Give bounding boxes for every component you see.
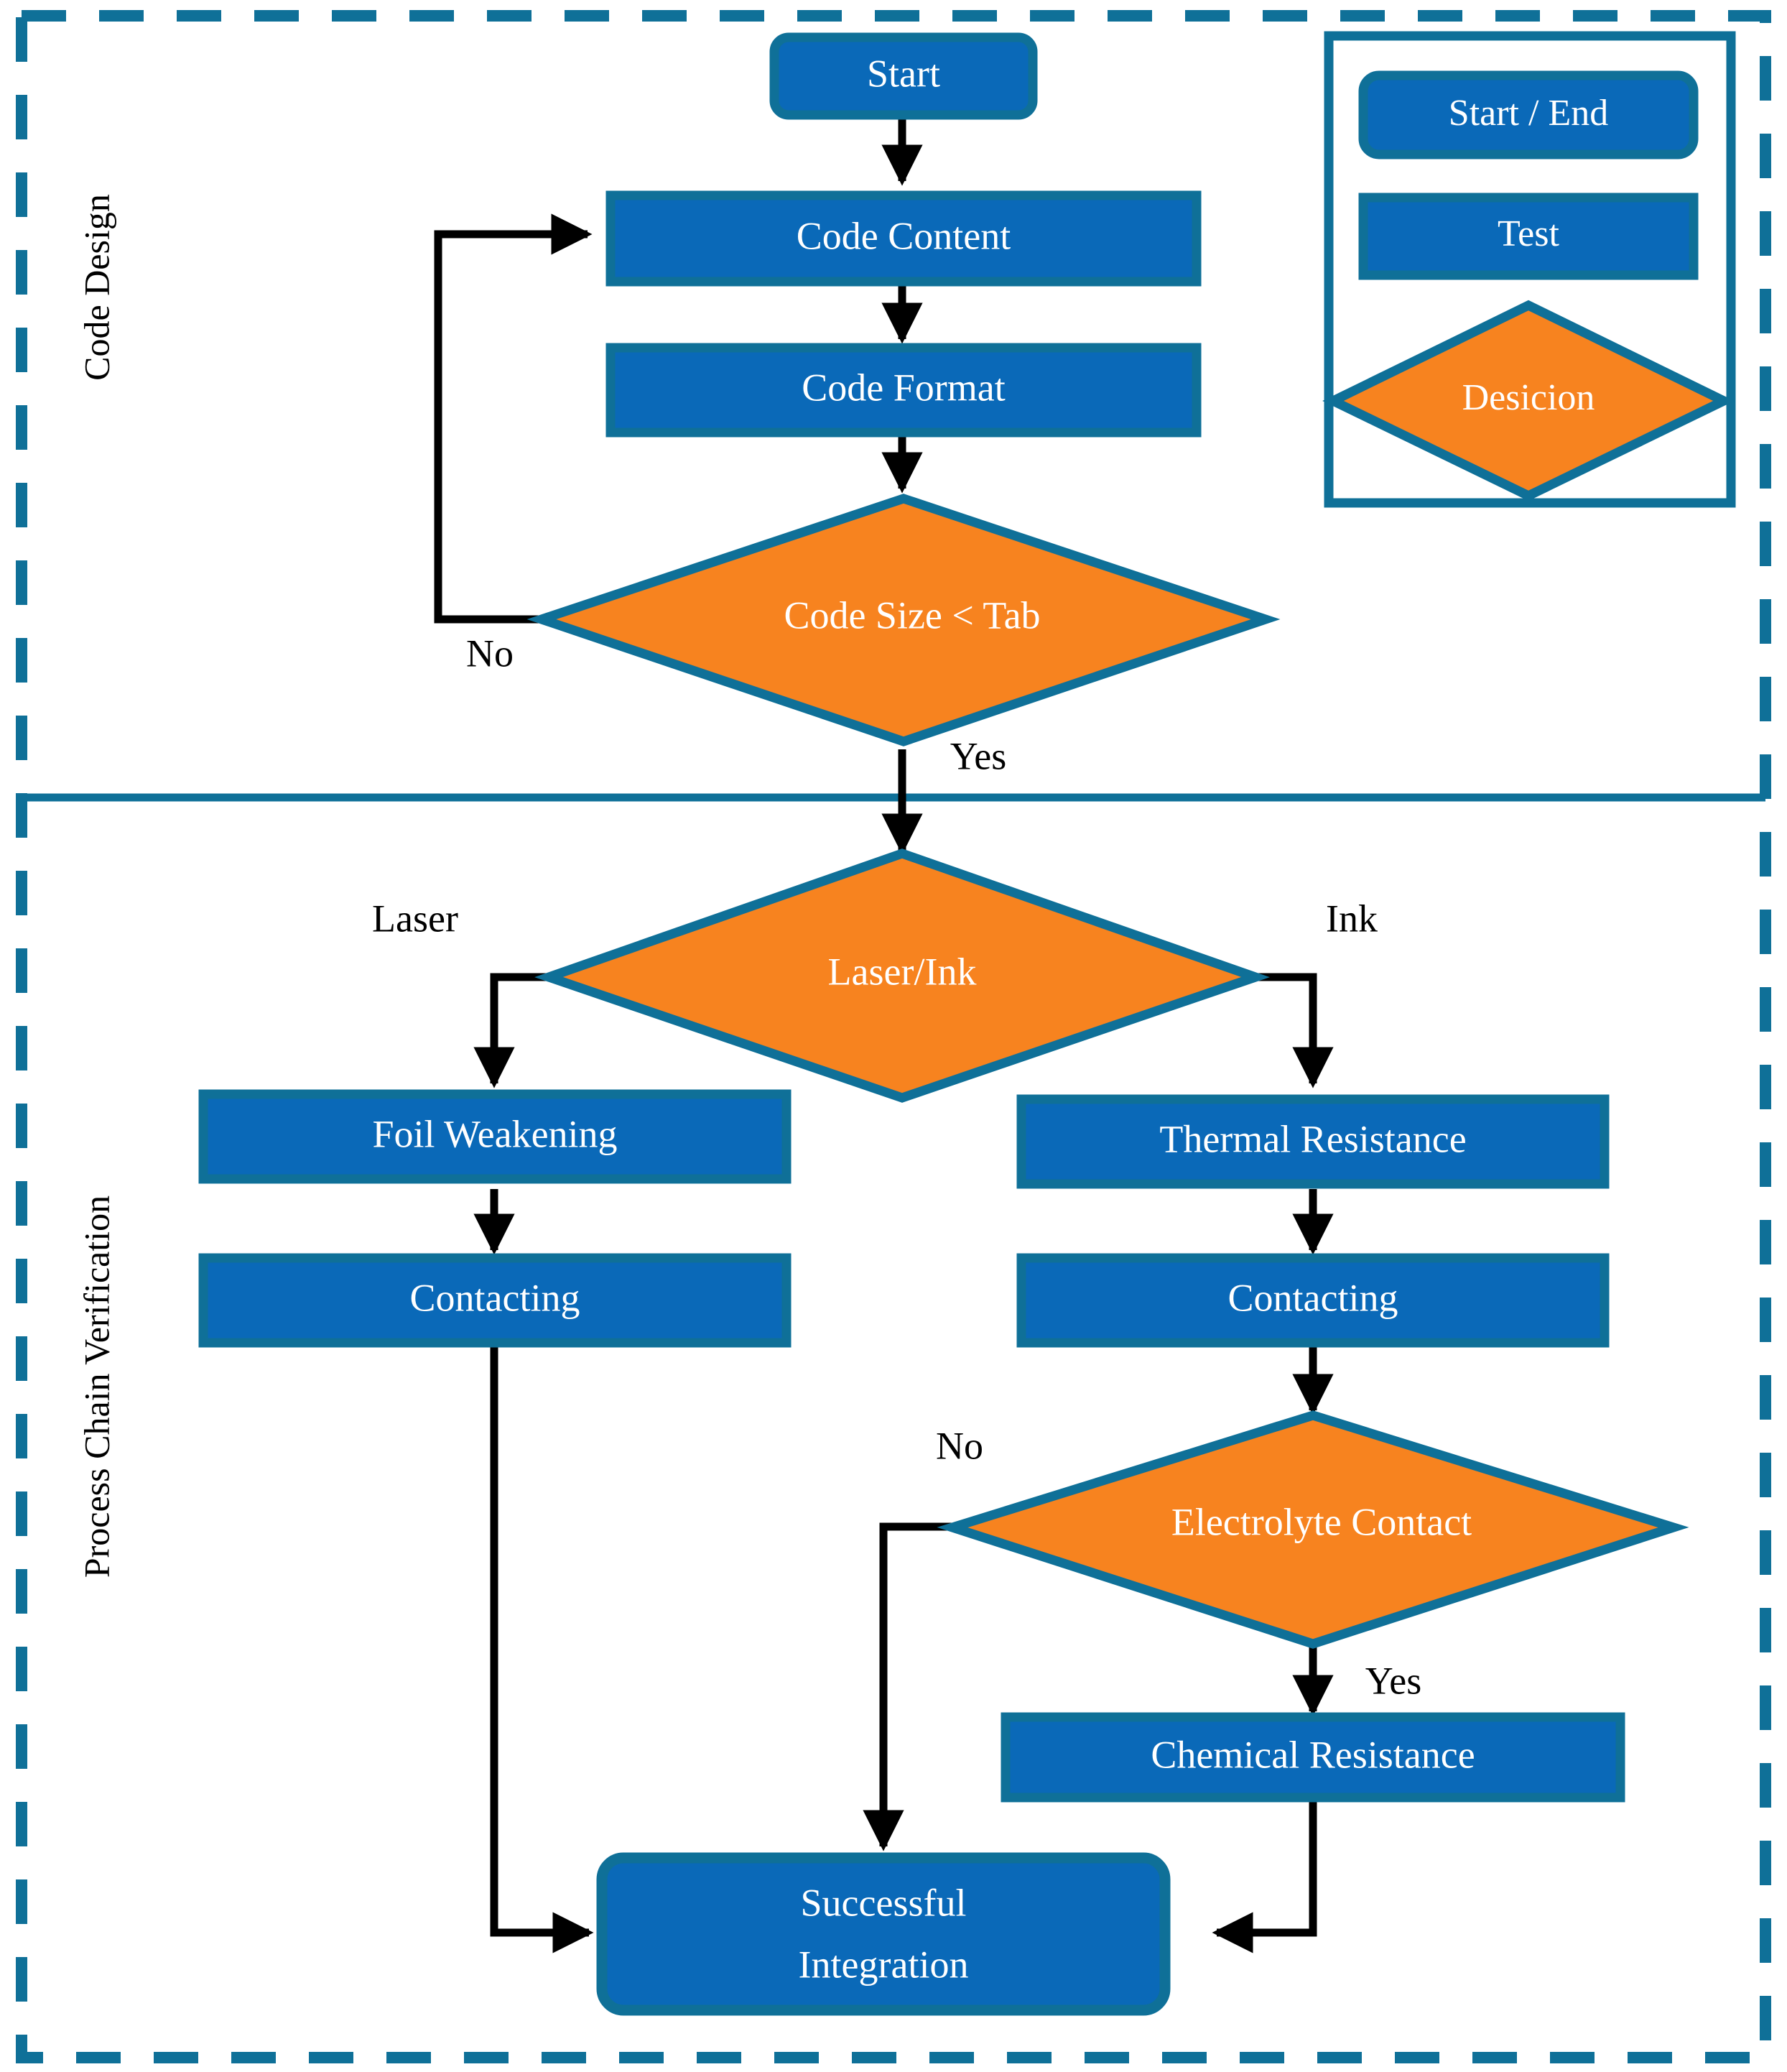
flowchart-svg: Code Design Process Chain Verification S…	[16, 10, 1771, 2063]
edge-label-electrolyte-yes: Yes	[1365, 1659, 1422, 1702]
node-contacting-left[interactable]: Contacting	[198, 1253, 792, 1348]
edge-label-electrolyte-no: No	[936, 1424, 983, 1467]
node-laser-ink[interactable]: Laser/Ink	[534, 848, 1270, 1103]
node-chemical-resistance[interactable]: Chemical Resistance	[1001, 1712, 1625, 1803]
edge-chemical-to-success	[1212, 1796, 1317, 1953]
node-electrolyte-contact[interactable]: Electrolyte Contact	[937, 1410, 1689, 1649]
node-code-size-tab-label: Code Size < Tab	[784, 593, 1040, 637]
lane-label-process-chain: Process Chain Verification	[76, 1195, 116, 1578]
legend-item-start-end: Start / End	[1358, 70, 1699, 159]
node-code-content[interactable]: Code Content	[605, 190, 1202, 287]
node-chemical-resistance-label: Chemical Resistance	[1151, 1733, 1475, 1776]
legend-item-test: Test	[1358, 193, 1699, 280]
node-laser-ink-label: Laser/Ink	[828, 950, 977, 993]
lane-label-process-chain-text: Process Chain Verification	[76, 1195, 116, 1578]
flowchart-canvas: Code Design Process Chain Verification S…	[0, 0, 1787, 2072]
lane-label-code-design: Code Design	[76, 194, 116, 381]
edge-laser-branch	[473, 973, 554, 1088]
node-successful-integration-label-line1: Successful	[801, 1881, 967, 1924]
node-contacting-left-label: Contacting	[410, 1276, 580, 1319]
legend-decision-label: Desicion	[1462, 377, 1595, 418]
node-contacting-right[interactable]: Contacting	[1016, 1253, 1610, 1348]
legend-test-label: Test	[1498, 213, 1559, 254]
edge-label-ink: Ink	[1326, 897, 1378, 940]
node-foil-weakening[interactable]: Foil Weakening	[198, 1089, 792, 1184]
legend-panel: Start / End Test Desicion	[1322, 31, 1736, 508]
edge-label-laser: Laser	[372, 897, 458, 940]
node-code-format[interactable]: Code Format	[605, 343, 1202, 438]
edge-electrolyte-no	[863, 1522, 964, 1851]
legend-start-end-label: Start / End	[1449, 93, 1608, 134]
edge-ink-branch	[1250, 973, 1334, 1088]
edge-label-code-size-yes: Yes	[950, 734, 1007, 777]
edge-label-code-size-no: No	[466, 632, 514, 675]
node-successful-integration-label-line2: Integration	[799, 1943, 969, 1986]
node-contacting-right-label: Contacting	[1228, 1276, 1398, 1319]
node-start-label: Start	[867, 52, 940, 95]
node-code-content-label: Code Content	[797, 214, 1011, 257]
lane-label-code-design-text: Code Design	[76, 194, 116, 381]
node-thermal-resistance[interactable]: Thermal Resistance	[1016, 1094, 1610, 1189]
node-successful-integration[interactable]: Successful Integration	[596, 1852, 1171, 2016]
node-thermal-resistance-label: Thermal Resistance	[1159, 1117, 1466, 1160]
node-electrolyte-contact-label: Electrolyte Contact	[1171, 1500, 1472, 1543]
node-start[interactable]: Start	[769, 32, 1038, 120]
node-foil-weakening-label: Foil Weakening	[372, 1112, 617, 1155]
edge-code-size-no-loop	[434, 213, 593, 624]
node-code-format-label: Code Format	[802, 366, 1005, 409]
edge-contacting-left-to-success	[490, 1345, 594, 1953]
node-code-size-tab[interactable]: Code Size < Tab	[526, 494, 1281, 746]
